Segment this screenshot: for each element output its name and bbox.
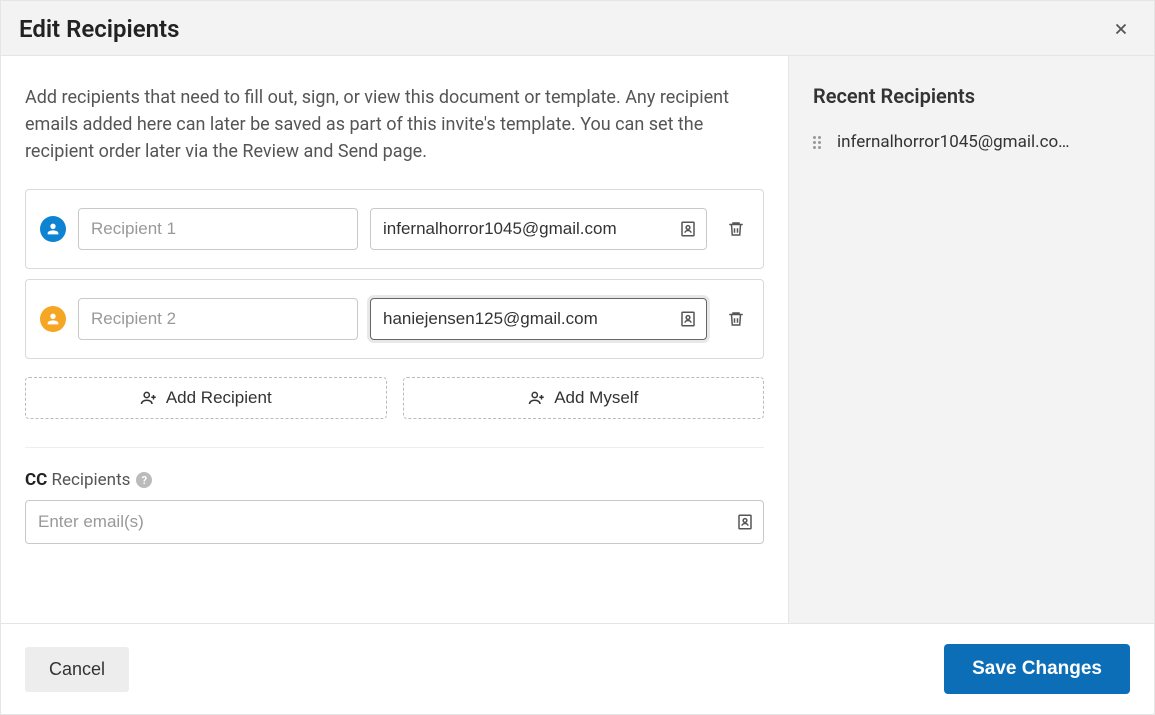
- email-input-wrap: [370, 208, 707, 250]
- help-icon[interactable]: ?: [136, 472, 152, 488]
- trash-icon[interactable]: [727, 310, 745, 328]
- recipient-name-input[interactable]: [78, 298, 358, 340]
- recipient-name-input[interactable]: [78, 208, 358, 250]
- recipient-email-input[interactable]: [370, 208, 707, 250]
- modal-body: Add recipients that need to fill out, si…: [1, 56, 1154, 623]
- recipient-email-input[interactable]: [370, 298, 707, 340]
- add-recipient-button[interactable]: Add Recipient: [25, 377, 387, 419]
- person-icon: [45, 221, 61, 237]
- add-myself-label: Add Myself: [554, 388, 638, 408]
- left-pane: Add recipients that need to fill out, si…: [1, 56, 789, 623]
- modal-footer: Cancel Save Changes: [1, 623, 1154, 714]
- recipient-row: [25, 279, 764, 359]
- intro-text: Add recipients that need to fill out, si…: [25, 84, 764, 165]
- recipient-row: [25, 189, 764, 269]
- cc-label: CC Recipients ?: [25, 470, 764, 490]
- cc-input-wrap: [25, 500, 764, 544]
- recipient-avatar: [40, 216, 66, 242]
- person-icon: [45, 311, 61, 327]
- email-input-wrap: [370, 298, 707, 340]
- recent-recipients-title: Recent Recipients: [813, 84, 1130, 108]
- address-book-icon[interactable]: [679, 310, 697, 328]
- address-book-icon[interactable]: [736, 513, 754, 531]
- right-pane: Recent Recipients infernalhorror1045@gma…: [789, 56, 1154, 623]
- add-buttons-row: Add Recipient Add Myself: [25, 377, 764, 419]
- cancel-button[interactable]: Cancel: [25, 647, 129, 692]
- cc-input[interactable]: [25, 500, 764, 544]
- recent-email: infernalhorror1045@gmail.co…: [837, 132, 1070, 152]
- separator: [25, 447, 764, 448]
- cc-rest: Recipients: [51, 470, 130, 490]
- recipient-avatar: [40, 306, 66, 332]
- address-book-icon[interactable]: [679, 220, 697, 238]
- cc-bold: CC: [25, 470, 47, 490]
- modal-title: Edit Recipients: [19, 15, 179, 43]
- close-icon[interactable]: [1112, 20, 1130, 38]
- modal-header: Edit Recipients: [1, 1, 1154, 56]
- trash-icon[interactable]: [727, 220, 745, 238]
- edit-recipients-modal: Edit Recipients Add recipients that need…: [0, 0, 1155, 715]
- save-changes-button[interactable]: Save Changes: [944, 644, 1130, 694]
- person-plus-icon: [140, 389, 158, 407]
- add-recipient-label: Add Recipient: [166, 388, 272, 408]
- person-plus-icon: [528, 389, 546, 407]
- recent-recipient-item[interactable]: infernalhorror1045@gmail.co…: [813, 126, 1130, 158]
- add-myself-button[interactable]: Add Myself: [403, 377, 765, 419]
- drag-handle-icon[interactable]: [813, 136, 825, 149]
